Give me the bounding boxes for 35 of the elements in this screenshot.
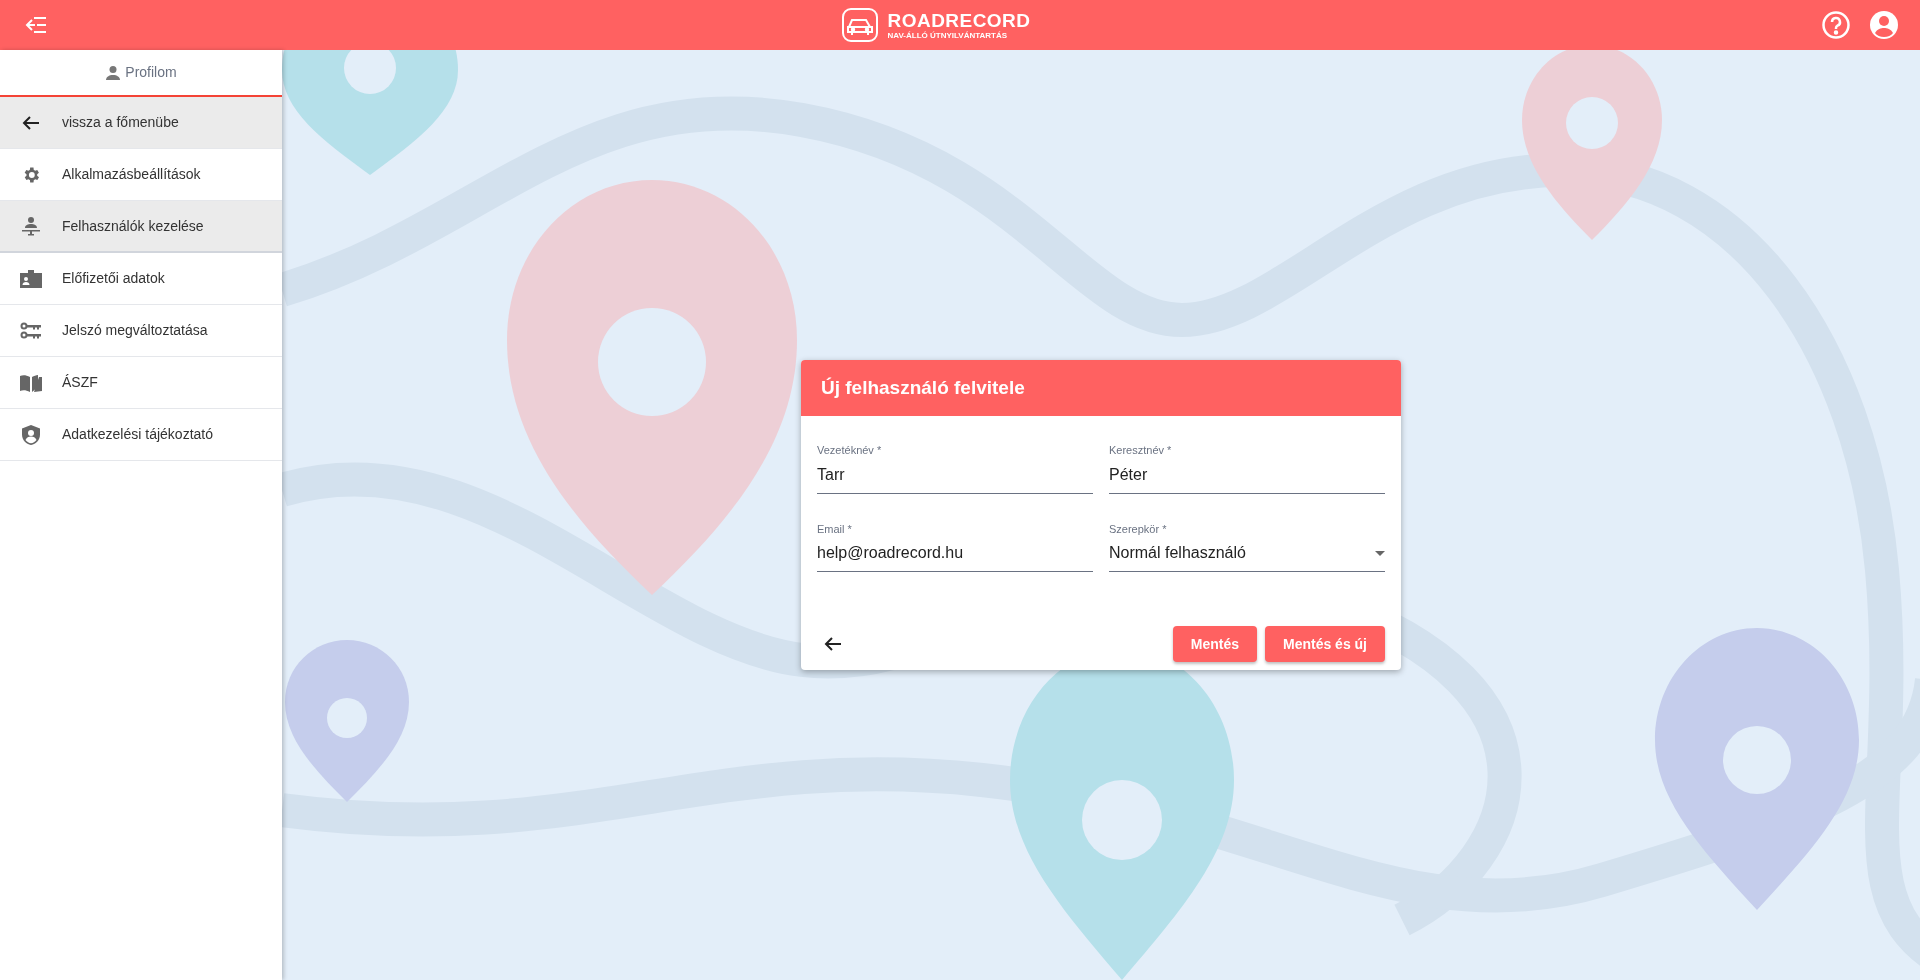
help-button[interactable]: [1820, 9, 1852, 41]
person-icon: [21, 216, 41, 236]
dialog-title: Új felhasználó felvitele: [821, 375, 1025, 400]
person-icon: [105, 64, 122, 81]
menu-label: Előfizetői adatok: [62, 269, 165, 288]
tab-label: Profilom: [125, 63, 177, 82]
menu-item[interactable]: Adatkezelési tájékoztató: [0, 409, 282, 461]
back-menu-item[interactable]: vissza a főmenübe: [0, 97, 282, 149]
menu-item[interactable]: Előfizetői adatok: [0, 253, 282, 305]
brand-tagline: NAV-ÁLLÓ ÚTNYILVÁNTARTÁS: [887, 31, 1009, 40]
text-field[interactable]: Keresztnév * Péter: [1109, 442, 1385, 494]
text-field[interactable]: Email * help@roadrecord.hu: [817, 520, 1093, 572]
shield-person-icon: [22, 424, 40, 445]
dropdown-caret-icon: [1375, 550, 1385, 556]
car-logo-icon: [841, 7, 880, 43]
id-card-icon: [20, 269, 42, 288]
brand-name: ROADRECORD: [887, 10, 1031, 30]
role-select[interactable]: Szerepkör * Normál felhasználó: [1109, 520, 1385, 572]
menu-label: Jelszó megváltoztatása: [62, 321, 208, 340]
back-arrow-icon: [824, 636, 842, 652]
menu-label: ÁSZF: [62, 373, 98, 392]
menu-item[interactable]: ÁSZF: [0, 357, 282, 409]
text-field[interactable]: Vezetéknév * Tarr: [817, 442, 1093, 494]
menu-label: Adatkezelési tájékoztató: [62, 425, 213, 444]
help-icon: [1821, 10, 1851, 40]
back-arrow-icon: [22, 114, 40, 131]
account-button[interactable]: [1868, 9, 1900, 41]
keys-icon: [20, 321, 42, 340]
menu-label: vissza a főmenübe: [62, 113, 179, 132]
menu-label: Felhasználók kezelése: [62, 216, 204, 236]
book-icon: [20, 373, 42, 392]
menu-collapse-icon: [25, 16, 47, 34]
account-icon: [1869, 10, 1899, 40]
menu-item[interactable]: Felhasználók kezelése: [0, 201, 282, 253]
menu-label: Alkalmazásbeállítások: [62, 165, 201, 184]
